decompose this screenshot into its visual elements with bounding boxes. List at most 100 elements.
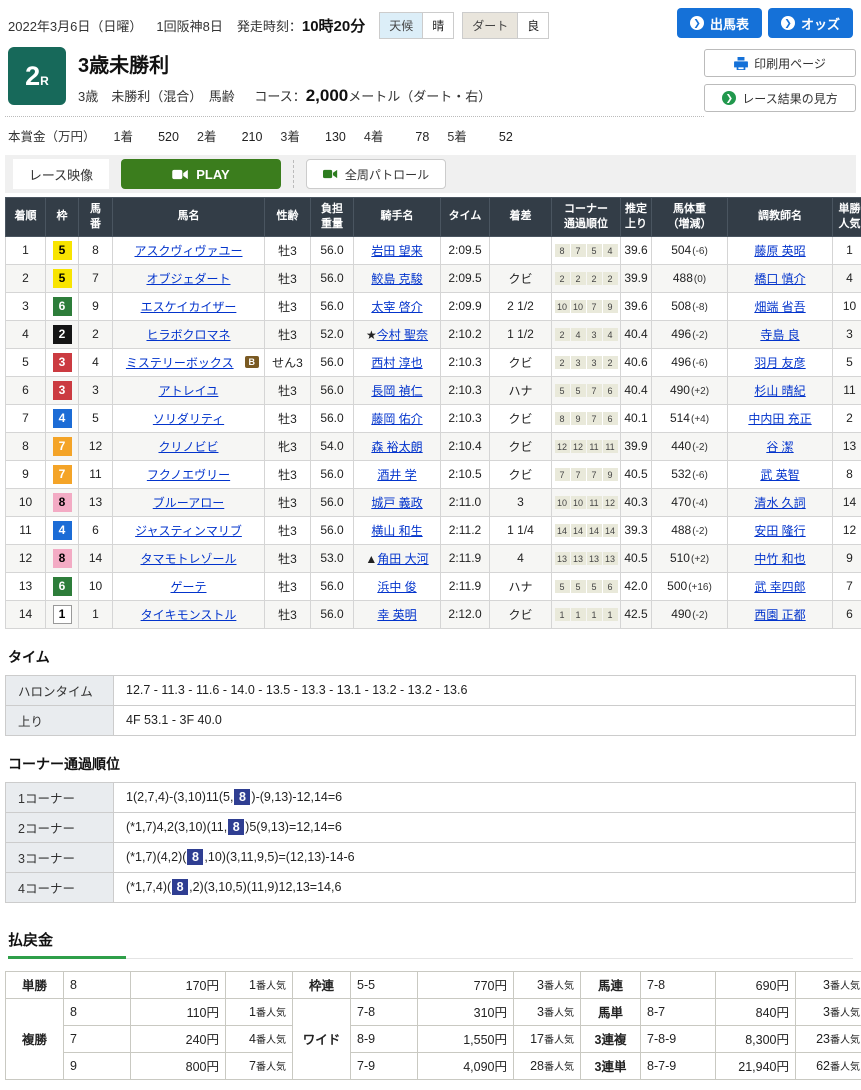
- horse-name-cell: アスクヴィヴァユー: [113, 236, 265, 264]
- trainer-link[interactable]: 橋口 慎介: [754, 272, 805, 286]
- trainer-link[interactable]: 中内田 充正: [748, 412, 811, 426]
- sex-age: 牡3: [265, 516, 311, 544]
- jockey-link[interactable]: 長岡 禎仁: [371, 384, 422, 398]
- trainer-cell: 谷 潔: [728, 432, 833, 460]
- jockey-link[interactable]: 森 裕太朗: [371, 440, 422, 454]
- sex-age: 牡3: [265, 376, 311, 404]
- odds-button[interactable]: ❯オッズ: [768, 8, 853, 38]
- horse-name-link[interactable]: ミステリーボックス: [126, 356, 234, 370]
- jockey-link[interactable]: 岩田 望来: [371, 244, 422, 258]
- patrol-video-button[interactable]: 全周パトロール: [306, 159, 446, 189]
- shutsuba-button[interactable]: ❯出馬表: [677, 8, 762, 38]
- play-button[interactable]: PLAY: [121, 159, 281, 189]
- print-page-button[interactable]: 印刷用ページ: [704, 49, 856, 77]
- body-weight-cell: 490(-2): [652, 600, 728, 628]
- trainer-link[interactable]: 清水 久詞: [754, 496, 805, 510]
- frame-badge: 4: [53, 521, 72, 540]
- body-weight-cell: 440(-2): [652, 432, 728, 460]
- jockey-link[interactable]: 鮫島 克駿: [371, 272, 422, 286]
- horse-name-link[interactable]: ゲーテ: [170, 580, 206, 594]
- apprentice-mark: ▲: [365, 552, 377, 566]
- last-3f: 40.1: [621, 404, 652, 432]
- jockey-cell: 長岡 禎仁: [354, 376, 441, 404]
- trainer-cell: 武 英智: [728, 460, 833, 488]
- horse-name-link[interactable]: タイキモンストル: [141, 608, 237, 622]
- result-row: 745ソリダリティ牡356.0藤岡 佑介2:10.3クビ897640.1514(…: [6, 404, 861, 432]
- sex-age: 牡3: [265, 572, 311, 600]
- jockey-link[interactable]: 今村 聖奈: [377, 328, 428, 342]
- trainer-cell: 杉山 晴紀: [728, 376, 833, 404]
- jockey-link[interactable]: 浜中 俊: [377, 580, 416, 594]
- frame-cell: 4: [46, 404, 79, 432]
- video-camera-icon: [172, 169, 189, 180]
- frame-badge: 3: [53, 381, 72, 400]
- bet-popularity: 62番人気: [796, 1052, 861, 1079]
- finish-position: 12: [6, 544, 46, 572]
- race-number-badge: 2 R: [8, 47, 66, 105]
- corner-row-value: (*1,7,4)(8,2)(3,10,5)(11,9)12,13=14,6: [114, 872, 856, 902]
- popularity-suffix: 番人気: [256, 1035, 286, 1046]
- trainer-link[interactable]: 寺島 良: [760, 328, 799, 342]
- trainer-link[interactable]: 安田 隆行: [754, 524, 805, 538]
- jockey-link[interactable]: 酒井 学: [377, 468, 416, 482]
- carried-weight: 56.0: [311, 488, 354, 516]
- race-header: 2 R 3歳未勝利 3歳 未勝利（混合） 馬齢 コース：2,000メートル（ダー…: [5, 47, 856, 117]
- frame-badge: 7: [53, 465, 72, 484]
- popularity-suffix: 番人気: [256, 1062, 286, 1073]
- col-header-body-weight: 馬体重（増減）: [652, 198, 728, 237]
- trainer-cell: 清水 久詞: [728, 488, 833, 516]
- corner-position: 5: [587, 244, 602, 257]
- time-table-body: ハロンタイム12.7 - 11.3 - 11.6 - 14.0 - 13.5 -…: [6, 675, 856, 735]
- start-time: 発走時刻：10時20分: [237, 15, 365, 36]
- horse-name-link[interactable]: ソリダリティ: [153, 412, 224, 426]
- trainer-link[interactable]: 谷 潔: [766, 440, 793, 454]
- horse-number: 7: [79, 264, 113, 292]
- trainer-link[interactable]: 畑端 省吾: [754, 300, 805, 314]
- trainer-link[interactable]: 武 幸四郎: [754, 580, 805, 594]
- result-guide-button[interactable]: ❯ レース結果の見方: [704, 84, 856, 112]
- carried-weight: 56.0: [311, 376, 354, 404]
- horse-name-link[interactable]: ヒラボクロマネ: [146, 328, 230, 342]
- horse-name-link[interactable]: クリノビビ: [158, 440, 218, 454]
- last-3f: 40.3: [621, 488, 652, 516]
- trainer-link[interactable]: 羽月 友彦: [754, 356, 805, 370]
- jockey-link[interactable]: 角田 大河: [377, 552, 428, 566]
- jockey-link[interactable]: 城戸 義政: [371, 496, 422, 510]
- corner-position: 10: [571, 300, 586, 313]
- jockey-link[interactable]: 太宰 啓介: [371, 300, 422, 314]
- last-3f: 39.9: [621, 432, 652, 460]
- horse-name-link[interactable]: エスケイカイザー: [141, 300, 237, 314]
- body-weight-cell: 514(+4): [652, 404, 728, 432]
- result-row: 422ヒラボクロマネ牡352.0★今村 聖奈2:10.21 1/2243440.…: [6, 320, 861, 348]
- horse-name-link[interactable]: ジャスティンマリブ: [135, 524, 242, 538]
- payout-row: 複勝8110円1番人気ワイド7-8310円3番人気馬単8-7840円3番人気: [6, 998, 861, 1025]
- corner-order-cell: 13131313: [552, 544, 621, 572]
- trainer-link[interactable]: 藤原 英昭: [754, 244, 805, 258]
- results-body: 158アスクヴィヴァユー牡356.0岩田 望来2:09.5875439.6504…: [6, 236, 861, 628]
- corner-position: 3: [587, 356, 602, 369]
- horse-name-link[interactable]: オブジェダート: [146, 272, 230, 286]
- last-3f: 40.6: [621, 348, 652, 376]
- trainer-link[interactable]: 武 英智: [760, 468, 799, 482]
- horse-name-link[interactable]: タマモトレゾール: [140, 552, 236, 566]
- corner-section-heading: コーナー通過順位: [8, 754, 853, 774]
- corner-row-value: (*1,7)4,2(3,10)(11,8)5(9,13)=12,14=6: [114, 812, 856, 842]
- trainer-link[interactable]: 中竹 和也: [754, 552, 805, 566]
- horse-name-link[interactable]: アトレイユ: [159, 384, 219, 398]
- jockey-link[interactable]: 幸 英明: [377, 608, 416, 622]
- jockey-cell: 藤岡 佑介: [354, 404, 441, 432]
- corner-position: 8: [555, 412, 570, 425]
- body-weight-diff: (-6): [692, 246, 708, 257]
- corner-position: 3: [587, 328, 602, 341]
- horse-name-link[interactable]: ブルーアロー: [153, 496, 225, 510]
- trainer-link[interactable]: 西園 正都: [754, 608, 805, 622]
- horse-name-link[interactable]: フクノエヴリー: [147, 468, 230, 482]
- jockey-link[interactable]: 横山 和生: [371, 524, 422, 538]
- prize-pair: 5着52: [447, 126, 512, 145]
- jockey-link[interactable]: 西村 淳也: [371, 356, 422, 370]
- horse-name-link[interactable]: アスクヴィヴァユー: [134, 244, 242, 258]
- corner-position: 12: [603, 496, 618, 509]
- jockey-link[interactable]: 藤岡 佑介: [371, 412, 422, 426]
- trainer-link[interactable]: 杉山 晴紀: [754, 384, 805, 398]
- corner-position: 13: [603, 552, 618, 565]
